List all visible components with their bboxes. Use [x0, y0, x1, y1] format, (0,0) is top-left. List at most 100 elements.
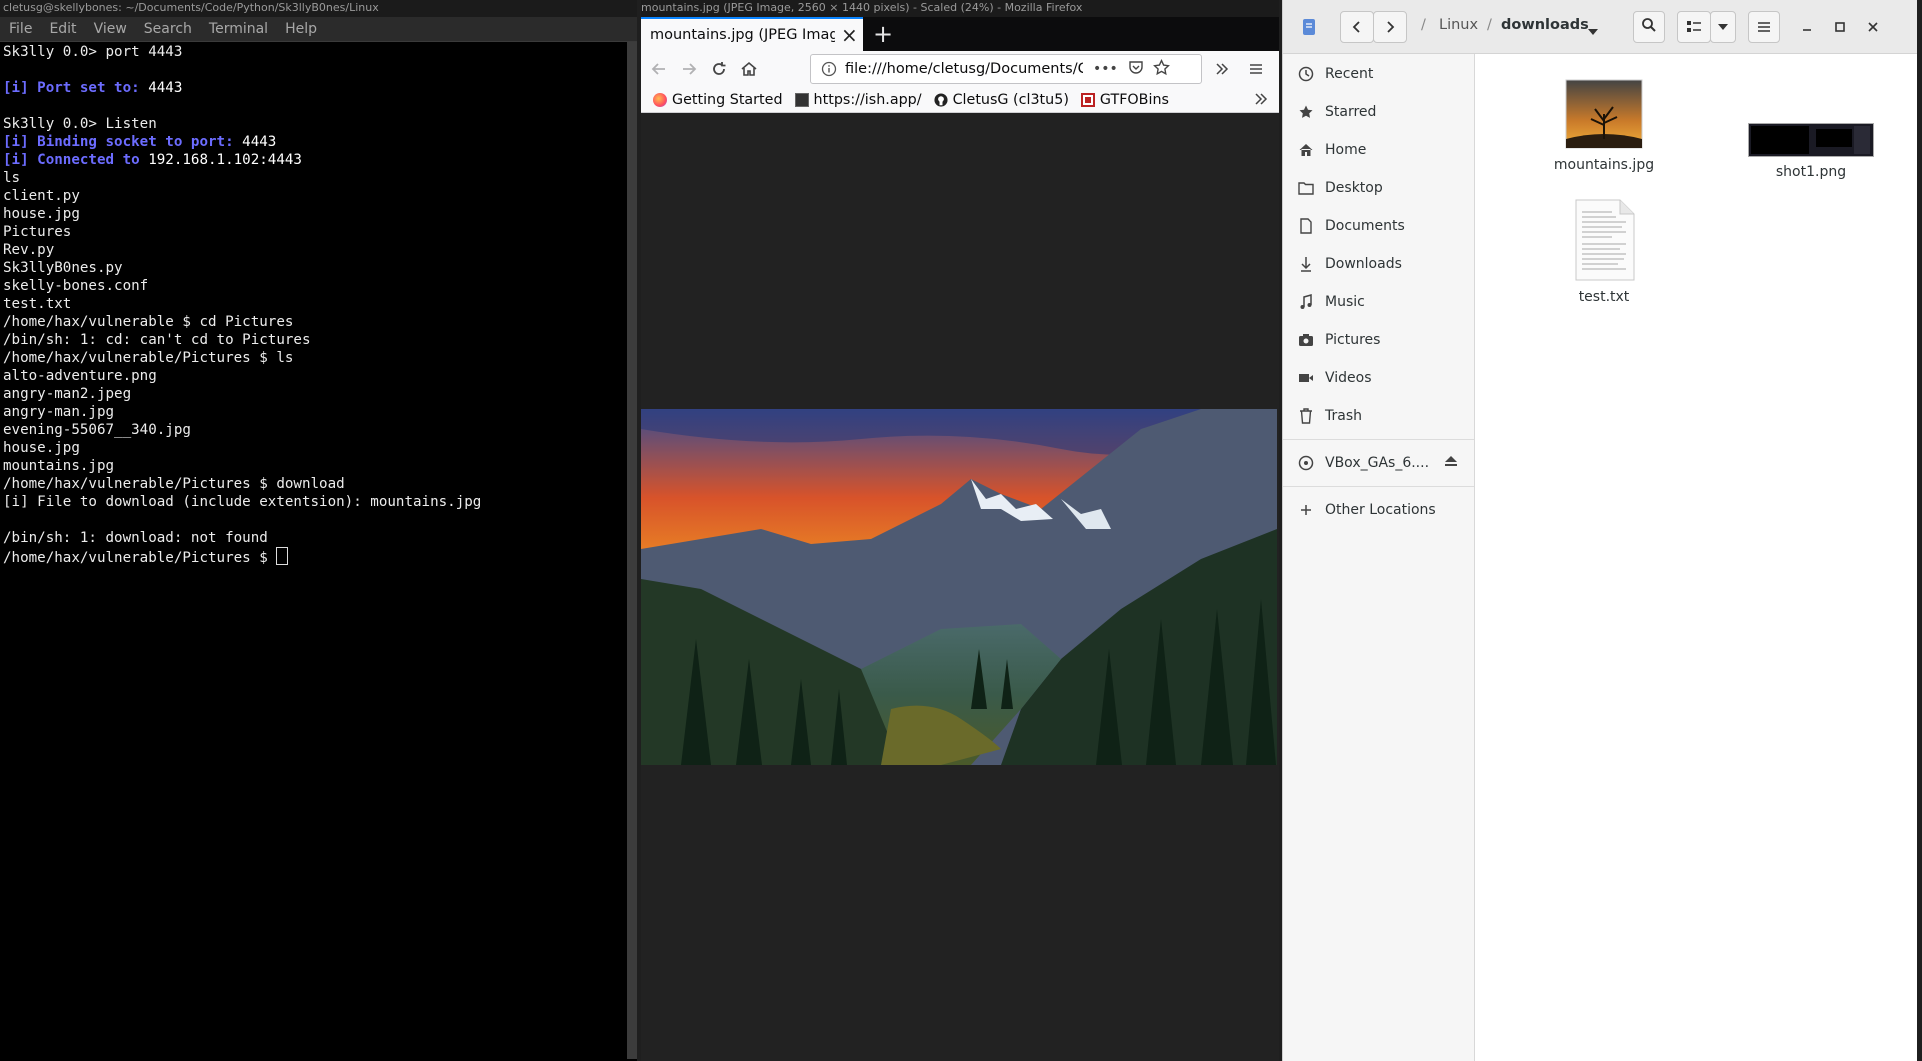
- sidebar-item-label: Home: [1325, 142, 1367, 158]
- terminal-line: [i] File to download (include extentsion…: [3, 493, 623, 511]
- sidebar-item-starred[interactable]: Starred: [1283, 93, 1474, 131]
- terminal-line: evening-55067__340.jpg: [3, 421, 623, 439]
- terminal-line: [i] Binding socket to port: 4443: [3, 133, 623, 151]
- terminal-text: house.jpg: [3, 440, 80, 456]
- chevron-down-icon[interactable]: [1588, 21, 1598, 40]
- menu-button[interactable]: [1748, 11, 1780, 43]
- hamburger-menu-icon[interactable]: [1241, 54, 1271, 84]
- terminal-text: [i] Binding socket to port:: [3, 134, 243, 150]
- home-icon[interactable]: [734, 54, 764, 84]
- gtfobins-icon: [1080, 92, 1095, 107]
- sidebar-divider: [1283, 486, 1474, 487]
- url-text: file:///home/cletusg/Documents/Code/Pyth…: [845, 61, 1083, 77]
- terminal-line: /home/hax/vulnerable $ cd Pictures: [3, 313, 623, 331]
- file-item-test-txt[interactable]: test.txt: [1539, 198, 1669, 305]
- sidebar-item-other-locations[interactable]: Other Locations: [1283, 491, 1474, 529]
- breadcrumb-linux[interactable]: Linux: [1439, 17, 1478, 33]
- overflow-chevron-icon[interactable]: [1207, 54, 1237, 84]
- breadcrumb-separator: /: [1487, 17, 1492, 33]
- sidebar-item-trash[interactable]: Trash: [1283, 397, 1474, 435]
- bookmark-gtfobins[interactable]: GTFOBins: [1080, 91, 1169, 108]
- terminal-text: /home/hax/vulnerable/Pictures $ download: [3, 476, 345, 492]
- maximize-icon[interactable]: [1830, 17, 1850, 37]
- sidebar-item-label: VBox_GAs_6....: [1325, 455, 1430, 471]
- page-actions-icon[interactable]: •••: [1093, 61, 1118, 77]
- sidebar-item-label: Other Locations: [1325, 502, 1436, 518]
- info-icon[interactable]: [817, 57, 841, 81]
- browser-tab[interactable]: mountains.jpg (JPEG Image, 2560 × 1440 p…: [641, 17, 863, 51]
- sidebar-item-videos[interactable]: Videos: [1283, 359, 1474, 397]
- close-tab-icon[interactable]: ×: [841, 23, 858, 47]
- terminal-line: angry-man2.jpeg: [3, 385, 623, 403]
- bookmark-cletusg[interactable]: CletusG (cl3tu5): [934, 92, 1069, 108]
- folder-icon: [1297, 179, 1315, 197]
- forward-button[interactable]: [1373, 11, 1407, 43]
- terminal-text: /bin/sh: 1: cd: can't cd to Pictures: [3, 332, 311, 348]
- url-bar[interactable]: file:///home/cletusg/Documents/Code/Pyth…: [810, 54, 1202, 84]
- search-button[interactable]: [1633, 11, 1665, 43]
- sidebar-item-device[interactable]: VBox_GAs_6....: [1283, 444, 1474, 482]
- sidebar-item-label: Pictures: [1325, 332, 1381, 348]
- file-item-shot1[interactable]: shot1.png: [1737, 123, 1885, 180]
- search-icon: [1641, 17, 1657, 37]
- new-tab-icon[interactable]: +: [873, 20, 893, 48]
- eject-icon[interactable]: [1444, 455, 1458, 471]
- file-item-mountains[interactable]: mountains.jpg: [1539, 79, 1669, 173]
- menu-search[interactable]: Search: [135, 21, 200, 37]
- bookmarks-overflow-icon[interactable]: [1253, 91, 1269, 111]
- terminal-output[interactable]: Sk3lly 0.0> port 4443 [i] Port set to: 44…: [3, 43, 623, 1061]
- terminal-text: 192.168.1.102:4443: [148, 152, 302, 168]
- terminal-text: evening-55067__340.jpg: [3, 422, 191, 438]
- mountains-image[interactable]: [641, 409, 1277, 765]
- terminal-line: alto-adventure.png: [3, 367, 623, 385]
- reload-icon[interactable]: [704, 54, 734, 84]
- sidebar-item-downloads[interactable]: Downloads: [1283, 245, 1474, 283]
- folder-toggle-icon[interactable]: [1297, 11, 1321, 43]
- firefox-icon: [653, 92, 667, 107]
- menu-help[interactable]: Help: [276, 21, 325, 37]
- file-name: test.txt: [1578, 289, 1630, 305]
- minimize-icon[interactable]: [1797, 17, 1817, 37]
- terminal-text: [i] Port set to:: [3, 80, 149, 96]
- sidebar-item-music[interactable]: Music: [1283, 283, 1474, 321]
- sidebar-item-pictures[interactable]: Pictures: [1283, 321, 1474, 359]
- menu-file[interactable]: File: [0, 21, 40, 37]
- back-arrow-icon[interactable]: [644, 54, 674, 84]
- tab-label: mountains.jpg (JPEG Image, 2560 × 1440 p…: [650, 27, 835, 43]
- star-icon: [1297, 103, 1315, 121]
- menu-terminal[interactable]: Terminal: [200, 21, 276, 37]
- sidebar-item-documents[interactable]: Documents: [1283, 207, 1474, 245]
- trash-icon: [1297, 407, 1315, 425]
- tab-strip: mountains.jpg (JPEG Image, 2560 × 1440 p…: [641, 17, 1279, 51]
- view-list-button[interactable]: [1677, 11, 1711, 43]
- terminal-title: cletusg@skellybones: ~/Documents/Code/Py…: [0, 0, 637, 17]
- terminal-scrollbar[interactable]: [627, 42, 637, 1059]
- sidebar-item-label: Videos: [1325, 370, 1372, 386]
- image-viewer: [641, 114, 1279, 1061]
- sidebar-item-desktop[interactable]: Desktop: [1283, 169, 1474, 207]
- sidebar-item-home[interactable]: Home: [1283, 131, 1474, 169]
- terminal-line: ls: [3, 169, 623, 187]
- menu-edit[interactable]: Edit: [40, 21, 84, 37]
- terminal-text: house.jpg: [3, 206, 80, 222]
- forward-arrow-icon[interactable]: [674, 54, 704, 84]
- bookmark-star-icon[interactable]: [1152, 58, 1170, 80]
- terminal-text: Sk3lly 0.0> Listen: [3, 116, 157, 132]
- bookmark-getting-started[interactable]: Getting Started: [653, 92, 783, 108]
- breadcrumb-downloads[interactable]: downloads: [1501, 17, 1589, 33]
- terminal-line: /home/hax/vulnerable/Pictures $: [3, 547, 623, 566]
- bookmark-label: https://ish.app/: [813, 91, 922, 108]
- close-icon[interactable]: [1863, 17, 1883, 37]
- back-button[interactable]: [1340, 11, 1374, 43]
- sidebar-item-recent[interactable]: Recent: [1283, 55, 1474, 93]
- sidebar-item-label: Starred: [1325, 104, 1377, 120]
- bookmark-label: GTFOBins: [1099, 91, 1169, 108]
- bookmark-ish[interactable]: https://ish.app/: [794, 91, 922, 108]
- breadcrumb-separator: /: [1421, 17, 1426, 33]
- terminal-cursor: [276, 547, 289, 565]
- sidebar-item-label: Desktop: [1325, 180, 1383, 196]
- menu-view[interactable]: View: [85, 21, 135, 37]
- pocket-icon[interactable]: [1128, 59, 1144, 79]
- view-options-button[interactable]: [1710, 11, 1736, 43]
